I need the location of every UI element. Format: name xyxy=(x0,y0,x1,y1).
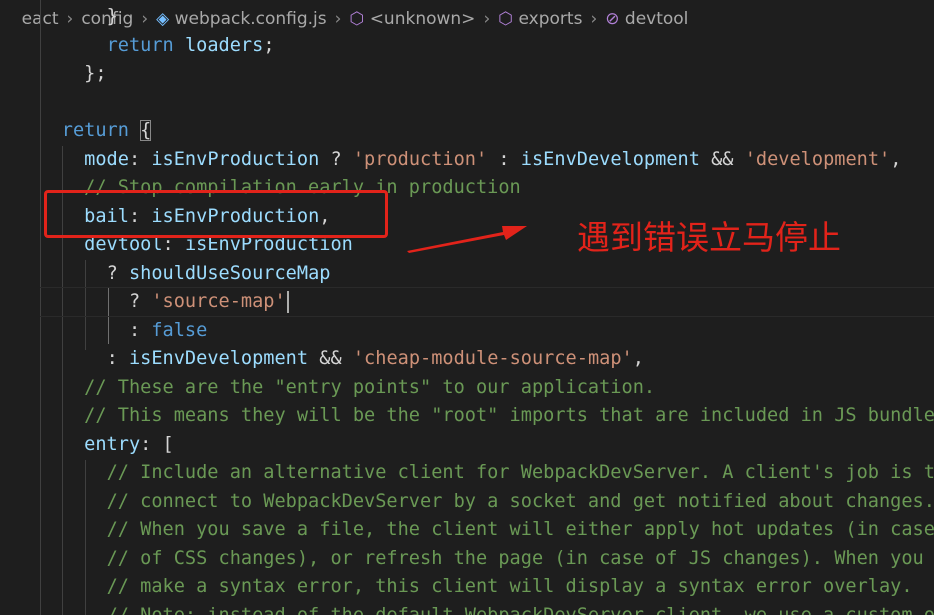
matched-brace: { xyxy=(140,120,152,141)
comment-token: // connect to WebpackDevServer by a sock… xyxy=(106,490,934,512)
code-line[interactable]: return loaders; xyxy=(0,32,934,61)
code-lines[interactable]: } return loaders; }; return { mode: isEn… xyxy=(0,3,934,615)
keyword-token: return xyxy=(61,120,129,141)
code-token: : [ xyxy=(140,433,174,455)
annotation-text: 遇到错误立马停止 xyxy=(577,218,841,257)
code-line[interactable] xyxy=(0,89,934,118)
string-token: 'source-map' xyxy=(151,291,286,312)
variable-token: shouldUseSourceMap xyxy=(128,262,331,284)
variable-token: isEnvDevelopment xyxy=(128,348,309,369)
code-line[interactable]: mode: isEnvProduction ? 'production' : i… xyxy=(0,146,934,175)
text-cursor xyxy=(286,290,289,313)
code-line[interactable]: : isEnvDevelopment && 'cheap-module-sour… xyxy=(0,345,934,374)
comment-token: // This means they will be the "root" im… xyxy=(84,405,934,426)
code-line[interactable]: } xyxy=(0,3,934,32)
code-line[interactable]: // connect to WebpackDevServer by a sock… xyxy=(0,488,934,517)
comment-token: // Include an alternative client for Web… xyxy=(106,462,934,483)
operator-token: ? xyxy=(319,148,353,170)
code-line[interactable]: // This means they will be the "root" im… xyxy=(0,402,934,431)
comment-token: // When you save a file, the client will… xyxy=(106,519,934,540)
code-line[interactable]: // Include an alternative client for Web… xyxy=(0,459,934,488)
operator-token: ? xyxy=(106,262,129,284)
code-line[interactable]: }; xyxy=(0,60,934,89)
code-token: } xyxy=(106,6,118,27)
code-line[interactable]: return { xyxy=(0,117,934,146)
arrow-icon xyxy=(407,226,527,253)
operator-token: && xyxy=(308,348,353,369)
boolean-token: false xyxy=(151,319,208,341)
code-token: , xyxy=(890,148,902,170)
operator-token: : xyxy=(106,348,129,369)
code-line[interactable]: ? shouldUseSourceMap xyxy=(0,260,934,289)
property-token: mode xyxy=(84,148,129,170)
operator-token: ? xyxy=(128,291,152,312)
comment-token: // make a syntax error, this client will… xyxy=(106,576,913,597)
property-token: entry xyxy=(84,433,141,455)
string-token: 'cheap-module-source-map' xyxy=(352,348,633,369)
code-token: ; xyxy=(263,34,275,56)
code-line[interactable]: entry: [ xyxy=(0,431,934,460)
code-editor[interactable]: eact › config › ◈ webpack.config.js › ⬡ <unkno… xyxy=(0,0,934,615)
keyword-token: return xyxy=(106,34,174,56)
variable-token: isEnvDevelopment xyxy=(520,148,700,170)
comment-token: // These are the "entry points" to our a… xyxy=(84,376,656,398)
string-token: 'development' xyxy=(744,148,891,170)
code-line[interactable]: // When you save a file, the client will… xyxy=(0,516,934,545)
comment-token: // of CSS changes), or refresh the page … xyxy=(106,547,924,569)
variable-token: isEnvProduction xyxy=(151,148,320,170)
code-line[interactable]: // Note: instead of the default WebpackD… xyxy=(0,602,934,615)
operator-token: && xyxy=(699,148,745,170)
operator-token: : xyxy=(128,319,152,341)
code-line[interactable]: : false xyxy=(0,317,934,346)
variable-token: loaders xyxy=(184,34,264,56)
code-line[interactable]: // of CSS changes), or refresh the page … xyxy=(0,545,934,574)
code-token: }; xyxy=(84,63,107,84)
highlight-box xyxy=(44,190,388,238)
code-line[interactable]: // These are the "entry points" to our a… xyxy=(0,374,934,403)
code-line[interactable]: // make a syntax error, this client will… xyxy=(0,573,934,602)
string-token: 'production' xyxy=(352,148,488,170)
code-token: , xyxy=(632,348,644,369)
operator-token: : xyxy=(487,148,521,170)
code-line[interactable]: ? 'source-map' xyxy=(0,288,934,317)
comment-token: // Note: instead of the default WebpackD… xyxy=(106,604,934,615)
